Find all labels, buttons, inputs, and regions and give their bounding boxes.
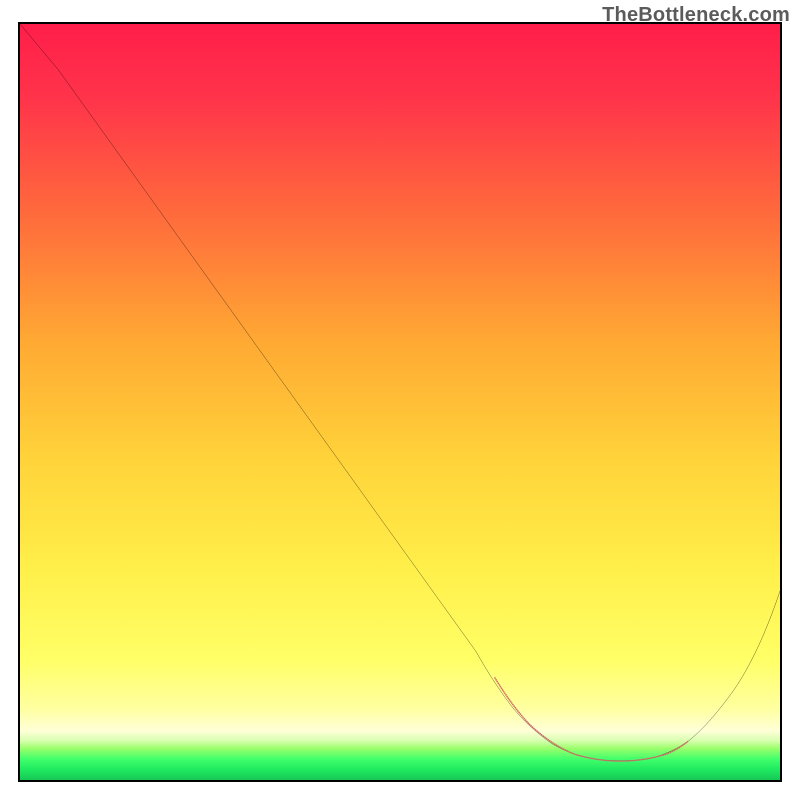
optimal-zone-path [495,678,689,761]
watermark-text: TheBottleneck.com [602,4,790,27]
optimal-zone-overlay [20,24,780,780]
stage: TheBottleneck.com [0,0,800,800]
plot-area [18,22,782,782]
